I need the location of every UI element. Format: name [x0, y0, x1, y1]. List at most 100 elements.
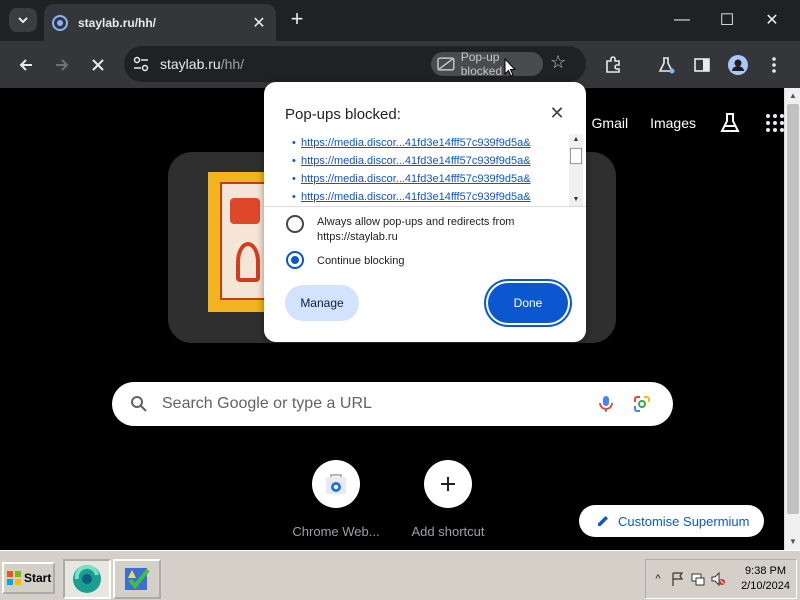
network-icon[interactable]	[690, 571, 706, 587]
chrome-web-store-icon	[326, 474, 346, 494]
chevron-down-icon	[18, 17, 28, 24]
top-links: Gmail Images	[570, 111, 784, 135]
blocked-popup-link[interactable]: https://media.discor...41fd3e14fff57c939…	[292, 137, 531, 149]
flag-icon[interactable]	[670, 571, 686, 587]
images-link[interactable]: Images	[650, 115, 696, 131]
labs-button[interactable]	[654, 53, 678, 77]
blocked-popup-link[interactable]: https://media.discor...41fd3e14fff57c939…	[292, 173, 531, 185]
add-shortcut-button[interactable]: Add shortcut	[398, 460, 498, 539]
list-scrollbar-thumb[interactable]	[570, 148, 582, 164]
dialog-title: Pop-ups blocked:	[285, 106, 401, 123]
taskbar: Start ^ 9:38 PM 2/10/2024	[0, 550, 800, 600]
close-icon	[92, 59, 104, 71]
plus-icon	[441, 477, 455, 491]
back-button[interactable]	[14, 53, 38, 77]
customise-button[interactable]: Customise Supermium	[579, 505, 764, 537]
scrollbar-thumb[interactable]	[787, 104, 799, 514]
forward-button[interactable]	[50, 53, 74, 77]
side-panel-button[interactable]	[690, 53, 714, 77]
pencil-icon	[598, 516, 608, 526]
volume-muted-icon[interactable]	[710, 571, 726, 587]
taskbar-app-button[interactable]	[113, 559, 161, 599]
popup-blocked-chip[interactable]: Pop-up blocked	[431, 50, 543, 78]
apps-grid-icon[interactable]	[766, 114, 784, 132]
start-label: Start	[24, 571, 52, 585]
blocked-popup-link[interactable]: https://media.discor...41fd3e14fff57c939…	[292, 155, 531, 167]
popup-blocked-icon	[437, 57, 455, 71]
blocked-popups-list: https://media.discor...41fd3e14fff57c939…	[264, 134, 586, 206]
scroll-down-arrow-icon[interactable]: ▼	[570, 194, 582, 206]
windows-logo-icon	[7, 571, 21, 585]
tab-title: staylab.ru/hh/	[78, 15, 157, 30]
continue-blocking-radio[interactable]	[286, 251, 304, 269]
continue-blocking-label: Continue blocking	[317, 255, 405, 267]
dialog-divider	[264, 206, 586, 207]
close-window-button[interactable]: ✕	[752, 6, 792, 34]
popup-blocked-label: Pop-up blocked	[460, 50, 503, 78]
manage-button[interactable]: Manage	[285, 285, 359, 321]
google-lens-icon[interactable]	[632, 394, 652, 414]
stop-loading-button[interactable]	[86, 53, 110, 77]
browser-toolbar: staylab.ru/hh/ Pop-up blocked ☆	[0, 41, 800, 88]
system-tray: ^ 9:38 PM 2/10/2024	[645, 559, 797, 599]
task-app-icon	[125, 568, 150, 590]
gmail-link[interactable]: Gmail	[592, 115, 629, 131]
url-path: /hh/	[220, 56, 245, 72]
allow-popups-radio[interactable]	[286, 215, 304, 233]
scroll-down-arrow-icon[interactable]: ▼	[788, 537, 798, 547]
scroll-up-arrow-icon[interactable]: ▲	[788, 91, 798, 101]
arrow-right-icon	[56, 59, 69, 71]
flask-icon	[658, 57, 675, 74]
flask-icon[interactable]	[718, 111, 742, 135]
shortcut-label: Add shortcut	[411, 524, 485, 539]
mouse-pointer-icon	[504, 58, 516, 77]
scroll-up-arrow-icon[interactable]: ▲	[570, 134, 582, 146]
clock[interactable]: 9:38 PM 2/10/2024	[741, 564, 790, 594]
puzzle-icon	[606, 56, 620, 73]
clock-date: 2/10/2024	[741, 580, 790, 592]
address-bar[interactable]: staylab.ru/hh/ Pop-up blocked ☆	[124, 46, 586, 82]
done-button[interactable]: Done	[488, 283, 568, 323]
clock-time: 9:38 PM	[745, 565, 787, 577]
tab-close-icon[interactable]: ✕	[250, 13, 268, 33]
search-input[interactable]	[162, 395, 582, 413]
tab-strip: staylab.ru/hh/ ✕ + — ☐ ✕	[0, 0, 800, 41]
search-icon	[131, 396, 147, 412]
popups-blocked-dialog: Pop-ups blocked: ✕ https://media.discor.…	[264, 82, 586, 342]
tab-search-button[interactable]	[9, 8, 37, 32]
bookmark-star-icon[interactable]: ☆	[550, 52, 566, 73]
profile-button[interactable]	[726, 53, 750, 77]
side-panel-icon	[694, 58, 710, 72]
shortcut-icon-circle	[424, 460, 472, 508]
url-text: staylab.ru/hh/	[160, 56, 244, 72]
doodle-inner	[220, 182, 268, 300]
url-host: staylab.ru	[160, 56, 221, 72]
page-scrollbar[interactable]: ▲ ▼	[784, 88, 800, 550]
tab-active[interactable]: staylab.ru/hh/ ✕	[44, 4, 276, 41]
maximize-button[interactable]: ☐	[707, 6, 747, 34]
list-scrollbar[interactable]: ▲ ▼	[569, 134, 583, 206]
site-info-icon[interactable]	[132, 55, 150, 73]
shortcut-chrome-web-store[interactable]: Chrome Web...	[286, 460, 386, 539]
browser-app-icon	[73, 564, 101, 593]
kebab-menu-icon	[772, 57, 776, 73]
taskbar-browser-button[interactable]	[63, 559, 111, 599]
site-favicon-icon	[52, 14, 68, 31]
doodle-lantern-shape	[230, 198, 260, 224]
search-box[interactable]	[112, 382, 673, 426]
shortcut-label: Chrome Web...	[292, 524, 380, 539]
start-button[interactable]: Start	[2, 562, 55, 594]
blocked-popup-link[interactable]: https://media.discor...41fd3e14fff57c939…	[292, 191, 531, 203]
customise-label: Customise Supermium	[618, 513, 750, 529]
tray-expand-icon[interactable]: ^	[650, 571, 666, 587]
new-tab-button[interactable]: +	[285, 8, 309, 32]
doodle-figure-shape	[236, 242, 260, 282]
avatar-icon	[728, 55, 748, 75]
microphone-icon[interactable]	[596, 394, 616, 414]
shortcut-icon-circle	[312, 460, 360, 508]
arrow-left-icon	[19, 59, 32, 71]
minimize-button[interactable]: —	[662, 6, 702, 34]
extensions-button[interactable]	[601, 53, 625, 77]
close-icon[interactable]: ✕	[548, 104, 566, 122]
menu-button[interactable]	[762, 53, 786, 77]
